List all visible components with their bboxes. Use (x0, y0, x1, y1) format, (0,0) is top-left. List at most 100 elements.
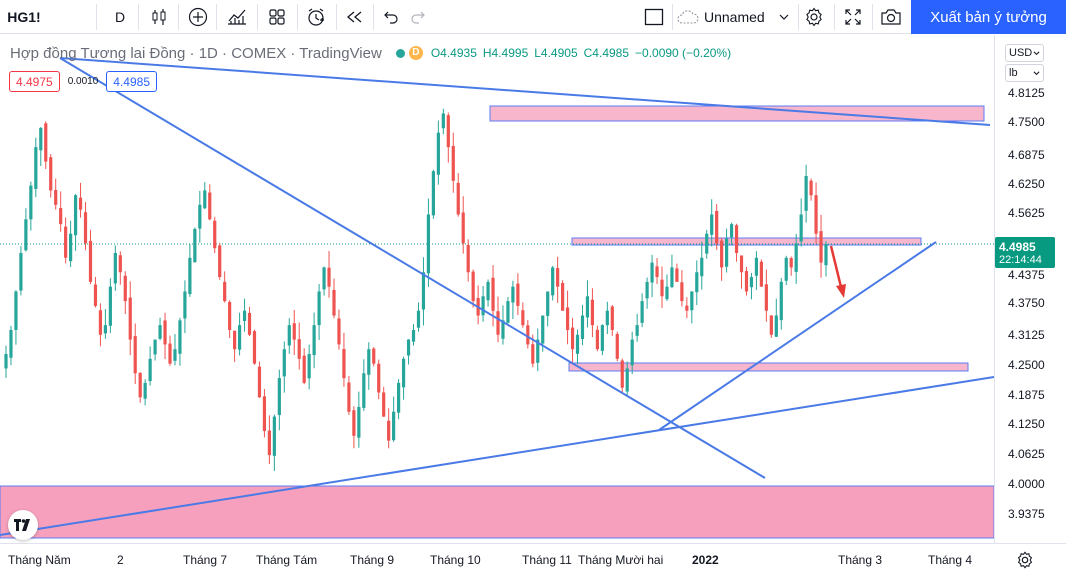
price-tick-label: 4.8125 (1008, 86, 1045, 100)
candle-body (83, 212, 88, 244)
candle-body (233, 330, 237, 350)
candle-body (382, 392, 386, 417)
last-price-tag: 4.4985 22:14:44 (995, 237, 1055, 268)
replay-icon[interactable] (341, 0, 369, 34)
high-value: H4.4995 (482, 46, 529, 60)
settings-icon[interactable] (800, 0, 828, 34)
price-chart[interactable] (0, 35, 994, 543)
candle-body (203, 190, 207, 209)
toolbar-divider (336, 4, 337, 30)
candle-body (526, 325, 530, 345)
candle-body (69, 233, 73, 262)
candle-body (645, 281, 649, 299)
candle-body (556, 268, 560, 287)
candle-body (789, 258, 793, 268)
candle-body (153, 339, 157, 355)
candle-body (715, 210, 719, 244)
chart-settings-icon[interactable] (1016, 551, 1036, 571)
candle-body (118, 255, 122, 273)
fullscreen-icon[interactable] (839, 0, 867, 34)
candle-body (148, 358, 152, 382)
candle-body (436, 132, 440, 175)
candle-body (516, 283, 520, 306)
candle-body (178, 320, 182, 354)
candle-body (610, 306, 614, 330)
candle-body (600, 325, 604, 351)
time-tick-label: Tháng Năm (8, 553, 71, 567)
buy-price-button[interactable]: 4.4985 (106, 71, 157, 92)
price-scale[interactable]: USD lb 4.81254.75004.68754.62504.56254.5… (994, 35, 1066, 543)
candle-body (814, 195, 818, 234)
candle-body (620, 360, 624, 388)
layout-name-button[interactable]: Unnamed (676, 0, 792, 34)
indicators-icon[interactable] (223, 0, 251, 34)
time-tick-label: Tháng 9 (350, 553, 395, 567)
candle-body (188, 257, 192, 295)
candles-series (4, 108, 828, 471)
down-arrow-shaft[interactable] (829, 245, 843, 288)
chart-pane[interactable] (0, 35, 994, 543)
toolbar-divider (834, 4, 835, 30)
candle-body (123, 275, 127, 302)
close-value: C4.4985 (583, 46, 630, 60)
delayed-badge[interactable]: D (408, 46, 423, 60)
candle-body (580, 315, 585, 339)
unit-select[interactable]: lb (1005, 64, 1044, 82)
undo-icon[interactable] (378, 0, 404, 34)
candle-body (734, 225, 739, 253)
add-indicator-icon[interactable] (184, 0, 212, 34)
candle-body (307, 354, 311, 379)
candle-body (247, 312, 252, 335)
alert-icon[interactable] (302, 0, 330, 34)
candle-body (93, 284, 98, 306)
candle-body (754, 257, 759, 276)
tradingview-logo[interactable] (8, 510, 38, 540)
candle-body (228, 302, 232, 330)
candle-body (486, 281, 490, 301)
candle-body (561, 283, 565, 311)
legend-title[interactable]: Hợp đồng Tương lai Đồng · 1D · COMEX · T… (10, 45, 382, 62)
candle-body (630, 339, 634, 366)
sell-price-button[interactable]: 4.4975 (9, 71, 60, 92)
candle-body (73, 195, 78, 236)
layout-grid-icon[interactable] (263, 0, 291, 34)
candles-icon[interactable] (146, 0, 172, 34)
support-zone-low[interactable] (568, 362, 969, 372)
redo-icon[interactable] (405, 0, 431, 34)
candle-body (451, 145, 455, 181)
candle-body (332, 289, 336, 316)
market-status-dot (395, 48, 405, 58)
time-tick-label: 2022 (692, 553, 719, 567)
candle-body (352, 410, 356, 436)
fullscreen-checkbox-icon[interactable] (641, 0, 667, 34)
candle-body (446, 115, 450, 148)
candle-body (680, 282, 684, 302)
candle-body (29, 185, 33, 220)
toolbar-divider (297, 4, 298, 30)
candle-body (377, 363, 381, 393)
layout-name-label: Unnamed (704, 9, 765, 25)
candle-body (779, 281, 783, 321)
candle-body (59, 208, 63, 225)
symbol-search-button[interactable]: HG1! (2, 0, 46, 34)
candle-body (312, 325, 316, 356)
time-scale[interactable]: Tháng Năm 2 Tháng 7 Tháng Tám Tháng 9 Tháng 1… (0, 543, 1066, 576)
screenshot-icon[interactable] (877, 0, 905, 34)
candle-body (128, 297, 132, 340)
down-arrow-head (836, 284, 846, 298)
candle-body (804, 175, 808, 211)
candle-body (725, 238, 729, 267)
chevron-down-icon (1033, 70, 1040, 75)
candle-body (531, 344, 535, 364)
currency-select[interactable]: USD (1005, 44, 1044, 62)
publish-idea-button[interactable]: Xuất bản ý tưởng (911, 0, 1066, 34)
candle-body (426, 214, 431, 274)
candle-body (670, 267, 674, 288)
time-tick-label: Tháng 11 (522, 553, 572, 567)
candle-body (595, 329, 599, 350)
candle-body (615, 333, 619, 359)
candle-body (625, 368, 629, 392)
candle-body (143, 382, 147, 399)
candle-body (133, 336, 137, 374)
interval-button[interactable]: D (106, 0, 134, 34)
